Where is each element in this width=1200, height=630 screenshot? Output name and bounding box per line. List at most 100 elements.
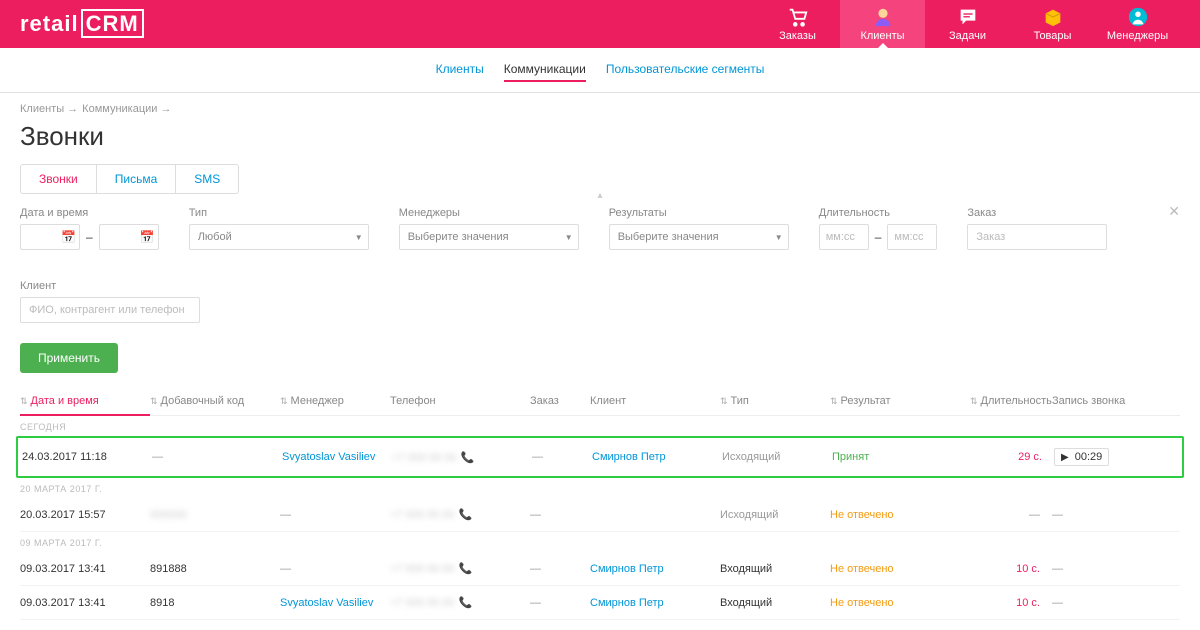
- subnav-item[interactable]: Клиенты: [436, 58, 484, 82]
- cell-result: Не отвечено: [830, 597, 970, 609]
- date-from-input[interactable]: [20, 224, 80, 250]
- manager-link[interactable]: Svyatoslav Vasiliev: [282, 451, 375, 463]
- th-type[interactable]: Тип: [720, 395, 830, 407]
- nav-label: Клиенты: [860, 30, 904, 42]
- filter-date: Дата и время 📅 – 📅: [20, 207, 159, 250]
- tab-Письма[interactable]: Письма: [97, 165, 177, 193]
- phone-icon[interactable]: 📞: [459, 563, 473, 575]
- table-row[interactable]: 09.03.2017 13:418918Svyatoslav Vasiliev+…: [20, 586, 1180, 620]
- breadcrumb-item[interactable]: Клиенты →: [20, 103, 78, 115]
- manager-link[interactable]: Svyatoslav Vasiliev: [280, 597, 373, 609]
- cell-client: Смирнов Петр: [590, 563, 720, 575]
- type-select[interactable]: Любой: [189, 224, 369, 250]
- table-row[interactable]: 20.03.2017 15:57000000—+7 000 00 00📞—Исх…: [20, 498, 1180, 532]
- cell-code: 8918: [150, 597, 280, 609]
- header: retailCRM Заказы Клиенты Задачи Товары Менед…: [0, 0, 1200, 48]
- th-phone[interactable]: Телефон: [390, 395, 530, 407]
- apply-button[interactable]: Применить: [20, 343, 118, 373]
- cell-recording: —: [1040, 597, 1140, 609]
- cell-duration: —: [970, 509, 1040, 521]
- logo-text: retail: [20, 11, 79, 36]
- th-result[interactable]: Результат: [830, 395, 970, 407]
- duration-from-input[interactable]: [819, 224, 869, 250]
- cell-order: —: [530, 509, 590, 521]
- nav-box[interactable]: Товары: [1010, 0, 1095, 48]
- cell-phone: +7 000 00 00📞: [390, 596, 530, 609]
- nav-user[interactable]: Клиенты: [840, 0, 925, 48]
- nav-avatar[interactable]: Менеджеры: [1095, 0, 1180, 48]
- cell-order: —: [532, 451, 592, 463]
- tabs: ЗвонкиПисьмаSMS: [20, 164, 239, 194]
- cell-client: Смирнов Петр: [592, 451, 722, 463]
- recording-player[interactable]: ▶00:29: [1054, 448, 1109, 466]
- tab-Звонки[interactable]: Звонки: [21, 165, 97, 193]
- phone-icon[interactable]: 📞: [461, 452, 475, 464]
- cell-code: —: [152, 451, 282, 463]
- table-row[interactable]: 24.03.2017 11:18—Svyatoslav Vasiliev+7 0…: [16, 436, 1184, 478]
- filter-managers: Менеджеры Выберите значения▼: [399, 207, 579, 250]
- phone-icon[interactable]: 📞: [459, 597, 473, 609]
- th-recording[interactable]: Запись звонка: [1040, 395, 1140, 407]
- cell-duration: 29 с.: [972, 451, 1042, 463]
- results-select[interactable]: Выберите значения: [609, 224, 789, 250]
- managers-select[interactable]: Выберите значения: [399, 224, 579, 250]
- filter-results: Результаты Выберите значения▼: [609, 207, 789, 250]
- th-order[interactable]: Заказ: [530, 395, 590, 407]
- dash: –: [86, 230, 93, 244]
- cell-order: —: [530, 597, 590, 609]
- th-date[interactable]: Дата и время: [20, 395, 150, 416]
- cell-recording: ▶00:29: [1042, 448, 1142, 466]
- cell-duration: 10 с.: [970, 597, 1040, 609]
- table-header: Дата и время Добавочный код Менеджер Тел…: [20, 387, 1180, 416]
- filter-type-label: Тип: [189, 207, 369, 219]
- client-link[interactable]: Смирнов Петр: [592, 451, 666, 463]
- dash: –: [875, 230, 882, 244]
- cell-manager: Svyatoslav Vasiliev: [282, 451, 392, 463]
- cell-order: —: [530, 563, 590, 575]
- filter-managers-label: Менеджеры: [399, 207, 579, 219]
- nav-cart[interactable]: Заказы: [755, 0, 840, 48]
- nav-chat[interactable]: Задачи: [925, 0, 1010, 48]
- cell-duration: 10 с.: [970, 563, 1040, 575]
- play-icon: ▶: [1061, 452, 1069, 463]
- phone-blur: +7 000 00 00: [392, 452, 457, 464]
- cart-icon: [787, 6, 809, 28]
- cell-type: Входящий: [720, 597, 830, 609]
- close-filters-icon[interactable]: ✕: [1168, 203, 1180, 220]
- cell-type: Исходящий: [722, 451, 832, 463]
- cell-date: 24.03.2017 11:18: [22, 451, 152, 463]
- th-code[interactable]: Добавочный код: [150, 395, 280, 407]
- cell-code: 000000: [150, 509, 280, 521]
- filter-client-label: Клиент: [20, 280, 1180, 292]
- subnav-item[interactable]: Коммуникации: [504, 58, 586, 82]
- group-header: СЕГОДНЯ: [20, 416, 1180, 436]
- client-link[interactable]: Смирнов Петр: [590, 597, 664, 609]
- filter-results-label: Результаты: [609, 207, 789, 219]
- page-title: Звонки: [20, 121, 1180, 152]
- table-row[interactable]: 09.03.2017 13:41891888—+7 000 00 00📞—Сми…: [20, 552, 1180, 586]
- cell-manager: —: [280, 509, 390, 521]
- logo[interactable]: retailCRM: [20, 11, 144, 37]
- date-to-input[interactable]: [99, 224, 159, 250]
- cell-manager: —: [280, 563, 390, 575]
- avatar-icon: [1127, 6, 1149, 28]
- nav-label: Задачи: [949, 30, 986, 42]
- breadcrumb-item[interactable]: Коммуникации →: [82, 103, 171, 115]
- subnav: Клиенты Коммуникации Пользовательские сегм…: [0, 48, 1200, 93]
- subnav-item[interactable]: Пользовательские сегменты: [606, 58, 765, 82]
- client-input[interactable]: [20, 297, 200, 323]
- filter-duration-label: Длительность: [819, 207, 938, 219]
- client-link[interactable]: Смирнов Петр: [590, 563, 664, 575]
- filter-duration: Длительность –: [819, 207, 938, 250]
- phone-icon[interactable]: 📞: [459, 509, 473, 521]
- tab-SMS[interactable]: SMS: [176, 165, 238, 193]
- nav-label: Менеджеры: [1107, 30, 1168, 42]
- duration-to-input[interactable]: [887, 224, 937, 250]
- th-manager[interactable]: Менеджер: [280, 395, 390, 407]
- filters: ✕ Дата и время 📅 – 📅 Тип Любой▼ Менеджер…: [20, 207, 1180, 323]
- user-icon: [872, 6, 894, 28]
- nav-label: Товары: [1034, 30, 1072, 42]
- th-duration[interactable]: Длительность: [970, 395, 1040, 407]
- th-client[interactable]: Клиент: [590, 395, 720, 407]
- order-input[interactable]: [967, 224, 1107, 250]
